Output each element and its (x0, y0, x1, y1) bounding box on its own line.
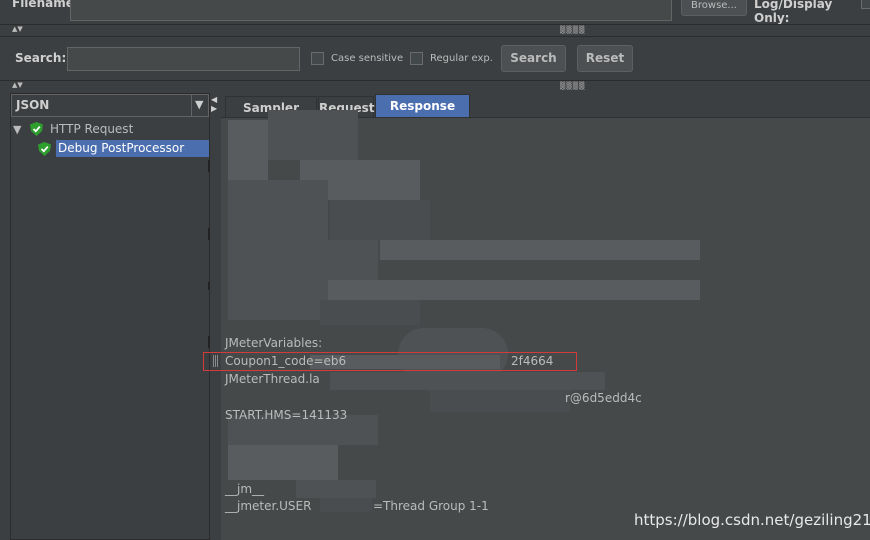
case-sensitive-label: Case sensitive (331, 53, 404, 64)
tree-item-debug-postprocessor[interactable]: Debug PostProcessor (56, 140, 209, 157)
vertical-splitter[interactable] (210, 93, 219, 540)
obscured-region (330, 372, 605, 390)
chevron-down-icon[interactable]: ▼ (195, 98, 203, 111)
obscured-region (320, 498, 372, 512)
splitter-tick (208, 160, 210, 172)
splitter-grip-icon[interactable]: ▒▒▒▒ (560, 82, 586, 90)
response-line: START.HMS=141133 (225, 408, 348, 422)
regex-label: Regular exp. (430, 53, 493, 64)
splitter-grip-icon[interactable]: ▒▒▒▒ (560, 26, 586, 34)
watermark: https://blog.csdn.net/geziling211 (634, 511, 870, 529)
case-sensitive-checkbox[interactable] (311, 52, 324, 65)
obscured-region (228, 280, 328, 320)
filename-input[interactable] (70, 0, 672, 21)
obscured-region (330, 200, 430, 240)
response-line: JMeterThread.la (225, 372, 320, 386)
search-label: Search: (15, 51, 67, 65)
select-separator (191, 95, 192, 116)
log-display-only-label: Log/Display Only: (754, 0, 833, 25)
regex-checkbox[interactable] (410, 52, 423, 65)
splitter-arrows-icon[interactable]: ◀ ▶ (211, 95, 217, 113)
response-line: __jm__ (225, 482, 265, 496)
obscured-region (228, 120, 268, 180)
renderer-value: JSON (16, 98, 50, 112)
obscured-region (300, 280, 700, 300)
search-input[interactable] (67, 47, 300, 71)
response-line: =Thread Group 1-1 (373, 499, 489, 513)
response-line: JMeterVariables: (225, 336, 323, 350)
results-tree-panel (10, 93, 210, 540)
success-shield-icon (38, 142, 51, 156)
obscured-region (228, 445, 338, 480)
expand-toggle-icon[interactable]: ▼ (13, 123, 21, 136)
obscured-region (268, 110, 358, 160)
tree-item-http-request[interactable]: HTTP Request (50, 122, 133, 136)
obscured-region (320, 300, 420, 325)
divider (0, 80, 870, 81)
splitter-tick (208, 282, 210, 290)
splitter-tick (208, 228, 210, 240)
collapse-arrows-icon[interactable]: ▲▼ (12, 82, 23, 89)
divider (0, 36, 870, 37)
reset-button[interactable]: Reset (577, 45, 633, 72)
obscured-region (380, 240, 700, 260)
tab-response-data[interactable]: Response data (375, 94, 470, 135)
splitter-tick (208, 336, 210, 348)
highlight-box (203, 352, 577, 371)
filename-label: Filename (12, 0, 74, 10)
obscured-region (430, 390, 570, 412)
response-line: r@6d5edd4c (565, 391, 642, 405)
obscured-region (228, 240, 378, 280)
browse-button[interactable]: Browse... (681, 0, 747, 16)
obscured-region (228, 180, 328, 240)
log-display-only-checkbox[interactable] (861, 0, 870, 9)
collapse-arrows-icon[interactable]: ▲▼ (12, 26, 23, 33)
response-line: __jmeter.USER (225, 499, 312, 513)
search-button[interactable]: Search (501, 45, 566, 72)
obscured-region (296, 480, 376, 498)
success-shield-icon (30, 122, 43, 136)
divider (0, 24, 870, 25)
